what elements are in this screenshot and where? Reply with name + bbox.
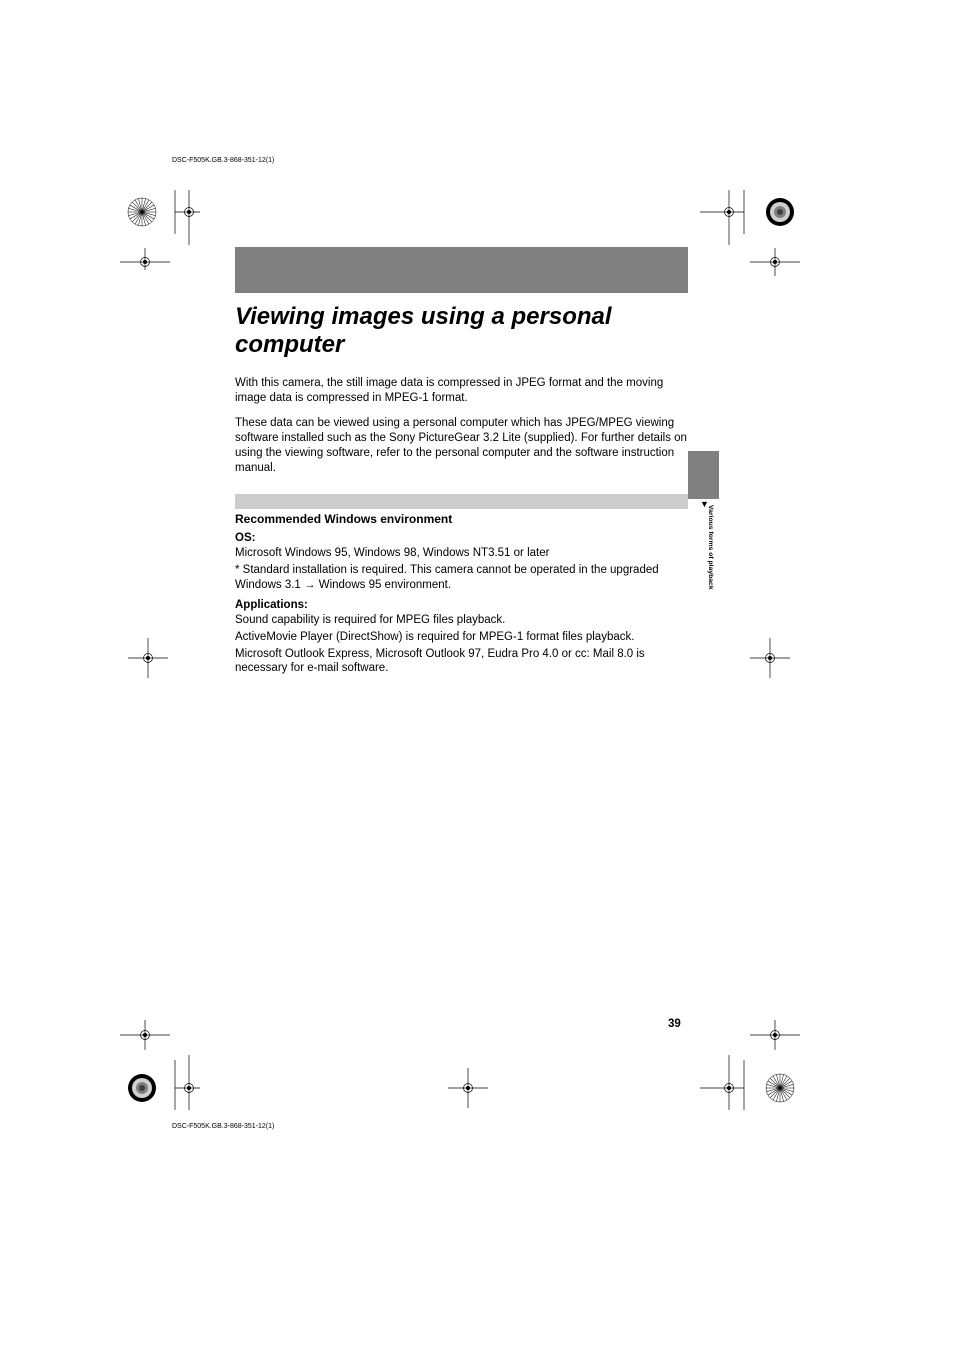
body-text: With this camera, the still image data i…	[235, 376, 688, 476]
applications-subsection: Applications: Sound capability is requir…	[235, 599, 688, 677]
crosshair-left-mid	[128, 638, 168, 683]
os-label: OS:	[235, 532, 688, 544]
section-divider: Recommended Windows environment OS: Micr…	[235, 494, 688, 677]
paragraph-1: With this camera, the still image data i…	[235, 376, 688, 406]
page-number: 39	[668, 1018, 681, 1030]
applications-body-2: ActiveMovie Player (DirectShow) is requi…	[235, 630, 688, 645]
crosshair-right-mid	[750, 638, 790, 683]
section-light-bar	[235, 494, 688, 509]
footer-filename: DSC-F505K.GB.3-868-351-12(1)	[172, 1123, 274, 1130]
page-content: Viewing images using a personal computer…	[235, 247, 688, 676]
paragraph-2: These data can be viewed using a persona…	[235, 416, 688, 476]
applications-label: Applications:	[235, 599, 688, 611]
applications-body-1: Sound capability is required for MPEG fi…	[235, 613, 688, 628]
applications-body-3: Microsoft Outlook Express, Microsoft Out…	[235, 647, 688, 677]
crosshair-bottom-center	[448, 1068, 488, 1113]
registration-mark-bottom-left	[120, 1020, 192, 1092]
header-filename: DSC-F505K.GB.3-868-351-12(1)	[172, 157, 274, 164]
registration-mark-top-right	[700, 190, 772, 262]
page-title: Viewing images using a personal computer	[235, 303, 688, 358]
os-body-1: Microsoft Windows 95, Windows 98, Window…	[235, 546, 688, 561]
section-title: Recommended Windows environment	[235, 512, 688, 526]
os-subsection: OS: Microsoft Windows 95, Windows 98, Wi…	[235, 532, 688, 593]
section-header-bar	[235, 247, 688, 293]
os-body-2: * Standard installation is required. Thi…	[235, 563, 688, 593]
registration-mark-bottom-right	[700, 1020, 772, 1092]
side-rotated-text: Various forms of playback	[707, 505, 714, 590]
side-tab	[688, 451, 719, 499]
registration-mark-top-left	[120, 190, 192, 262]
